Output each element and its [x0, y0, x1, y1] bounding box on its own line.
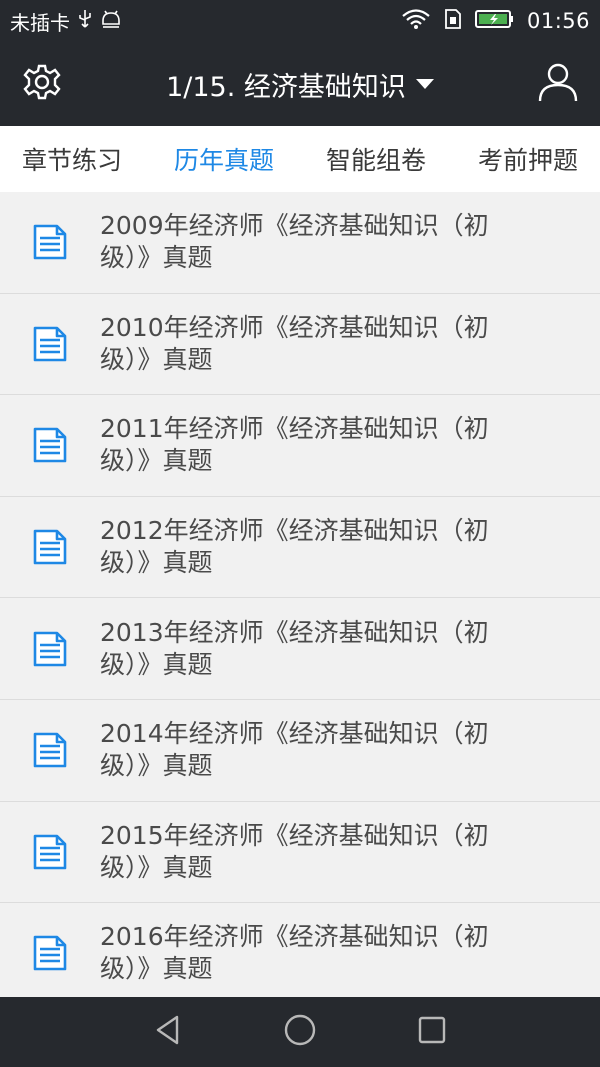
- tab-bar: 章节练习 历年真题 智能组卷 考前押题: [0, 126, 600, 192]
- list-item-title: 2009年经济师《经济基础知识（初级）》真题: [100, 211, 489, 273]
- back-icon: [153, 1014, 183, 1050]
- user-icon: [537, 61, 579, 107]
- document-icon: [0, 833, 100, 871]
- system-nav-bar: [0, 997, 600, 1067]
- app-bar: 1/15. 经济基础知识: [0, 42, 600, 126]
- back-button[interactable]: [146, 1010, 190, 1054]
- sim-icon: [443, 8, 463, 35]
- status-right: 01:56: [401, 8, 590, 35]
- list-item[interactable]: 2013年经济师《经济基础知识（初级）》真题: [0, 598, 600, 700]
- list-item[interactable]: 2015年经济师《经济基础知识（初级）》真题: [0, 802, 600, 904]
- status-bar: 未插卡 01:56: [0, 0, 600, 42]
- list-item[interactable]: 2012年经济师《经济基础知识（初级）》真题: [0, 497, 600, 599]
- list-item[interactable]: 2016年经济师《经济基础知识（初级）》真题: [0, 903, 600, 997]
- list-item-title: 2010年经济师《经济基础知识（初级）》真题: [100, 312, 489, 374]
- past-exam-list: 2009年经济师《经济基础知识（初级）》真题 2010年经济师《经济基础知识（初级…: [0, 192, 600, 997]
- document-icon: [0, 630, 100, 668]
- document-icon: [0, 934, 100, 972]
- document-icon: [0, 426, 100, 464]
- app-title: 1/15. 经济基础知识: [166, 71, 406, 103]
- home-icon: [283, 1013, 317, 1051]
- tab-pre-exam-predictions[interactable]: 考前押题: [478, 141, 578, 177]
- list-item[interactable]: 2010年经济师《经济基础知识（初级）》真题: [0, 294, 600, 396]
- status-left: 未插卡: [10, 7, 122, 36]
- list-item-title: 2012年经济师《经济基础知识（初级）》真题: [100, 516, 489, 578]
- settings-button[interactable]: [0, 42, 84, 126]
- list-item[interactable]: 2011年经济师《经济基础知识（初级）》真题: [0, 395, 600, 497]
- battery-charging-icon: [474, 8, 515, 35]
- document-icon: [0, 325, 100, 363]
- list-item-title: 2013年经济师《经济基础知识（初级）》真题: [100, 617, 489, 679]
- list-item[interactable]: 2009年经济师《经济基础知识（初级）》真题: [0, 192, 600, 294]
- tab-chapter-practice[interactable]: 章节练习: [22, 141, 122, 177]
- chevron-down-icon: [415, 79, 434, 89]
- android-debug-icon: [100, 9, 122, 34]
- document-icon: [0, 731, 100, 769]
- recents-icon: [417, 1015, 447, 1049]
- subject-selector[interactable]: 1/15. 经济基础知识: [84, 65, 516, 104]
- profile-button[interactable]: [516, 42, 600, 126]
- gear-icon: [22, 62, 62, 106]
- list-item-title: 2014年经济师《经济基础知识（初级）》真题: [100, 719, 489, 781]
- list-item-title: 2016年经济师《经济基础知识（初级）》真题: [100, 922, 489, 984]
- status-time: 01:56: [526, 9, 590, 33]
- wifi-icon: [401, 8, 431, 35]
- list-item-title: 2015年经济师《经济基础知识（初级）》真题: [100, 820, 489, 882]
- tab-smart-paper[interactable]: 智能组卷: [326, 141, 426, 177]
- document-icon: [0, 528, 100, 566]
- tab-past-exams[interactable]: 历年真题: [174, 141, 274, 177]
- document-icon: [0, 223, 100, 261]
- list-item-title: 2011年经济师《经济基础知识（初级）》真题: [100, 414, 489, 476]
- home-button[interactable]: [278, 1010, 322, 1054]
- recents-button[interactable]: [410, 1010, 454, 1054]
- list-item[interactable]: 2014年经济师《经济基础知识（初级）》真题: [0, 700, 600, 802]
- carrier-text: 未插卡: [10, 10, 70, 35]
- usb-icon: [78, 9, 92, 34]
